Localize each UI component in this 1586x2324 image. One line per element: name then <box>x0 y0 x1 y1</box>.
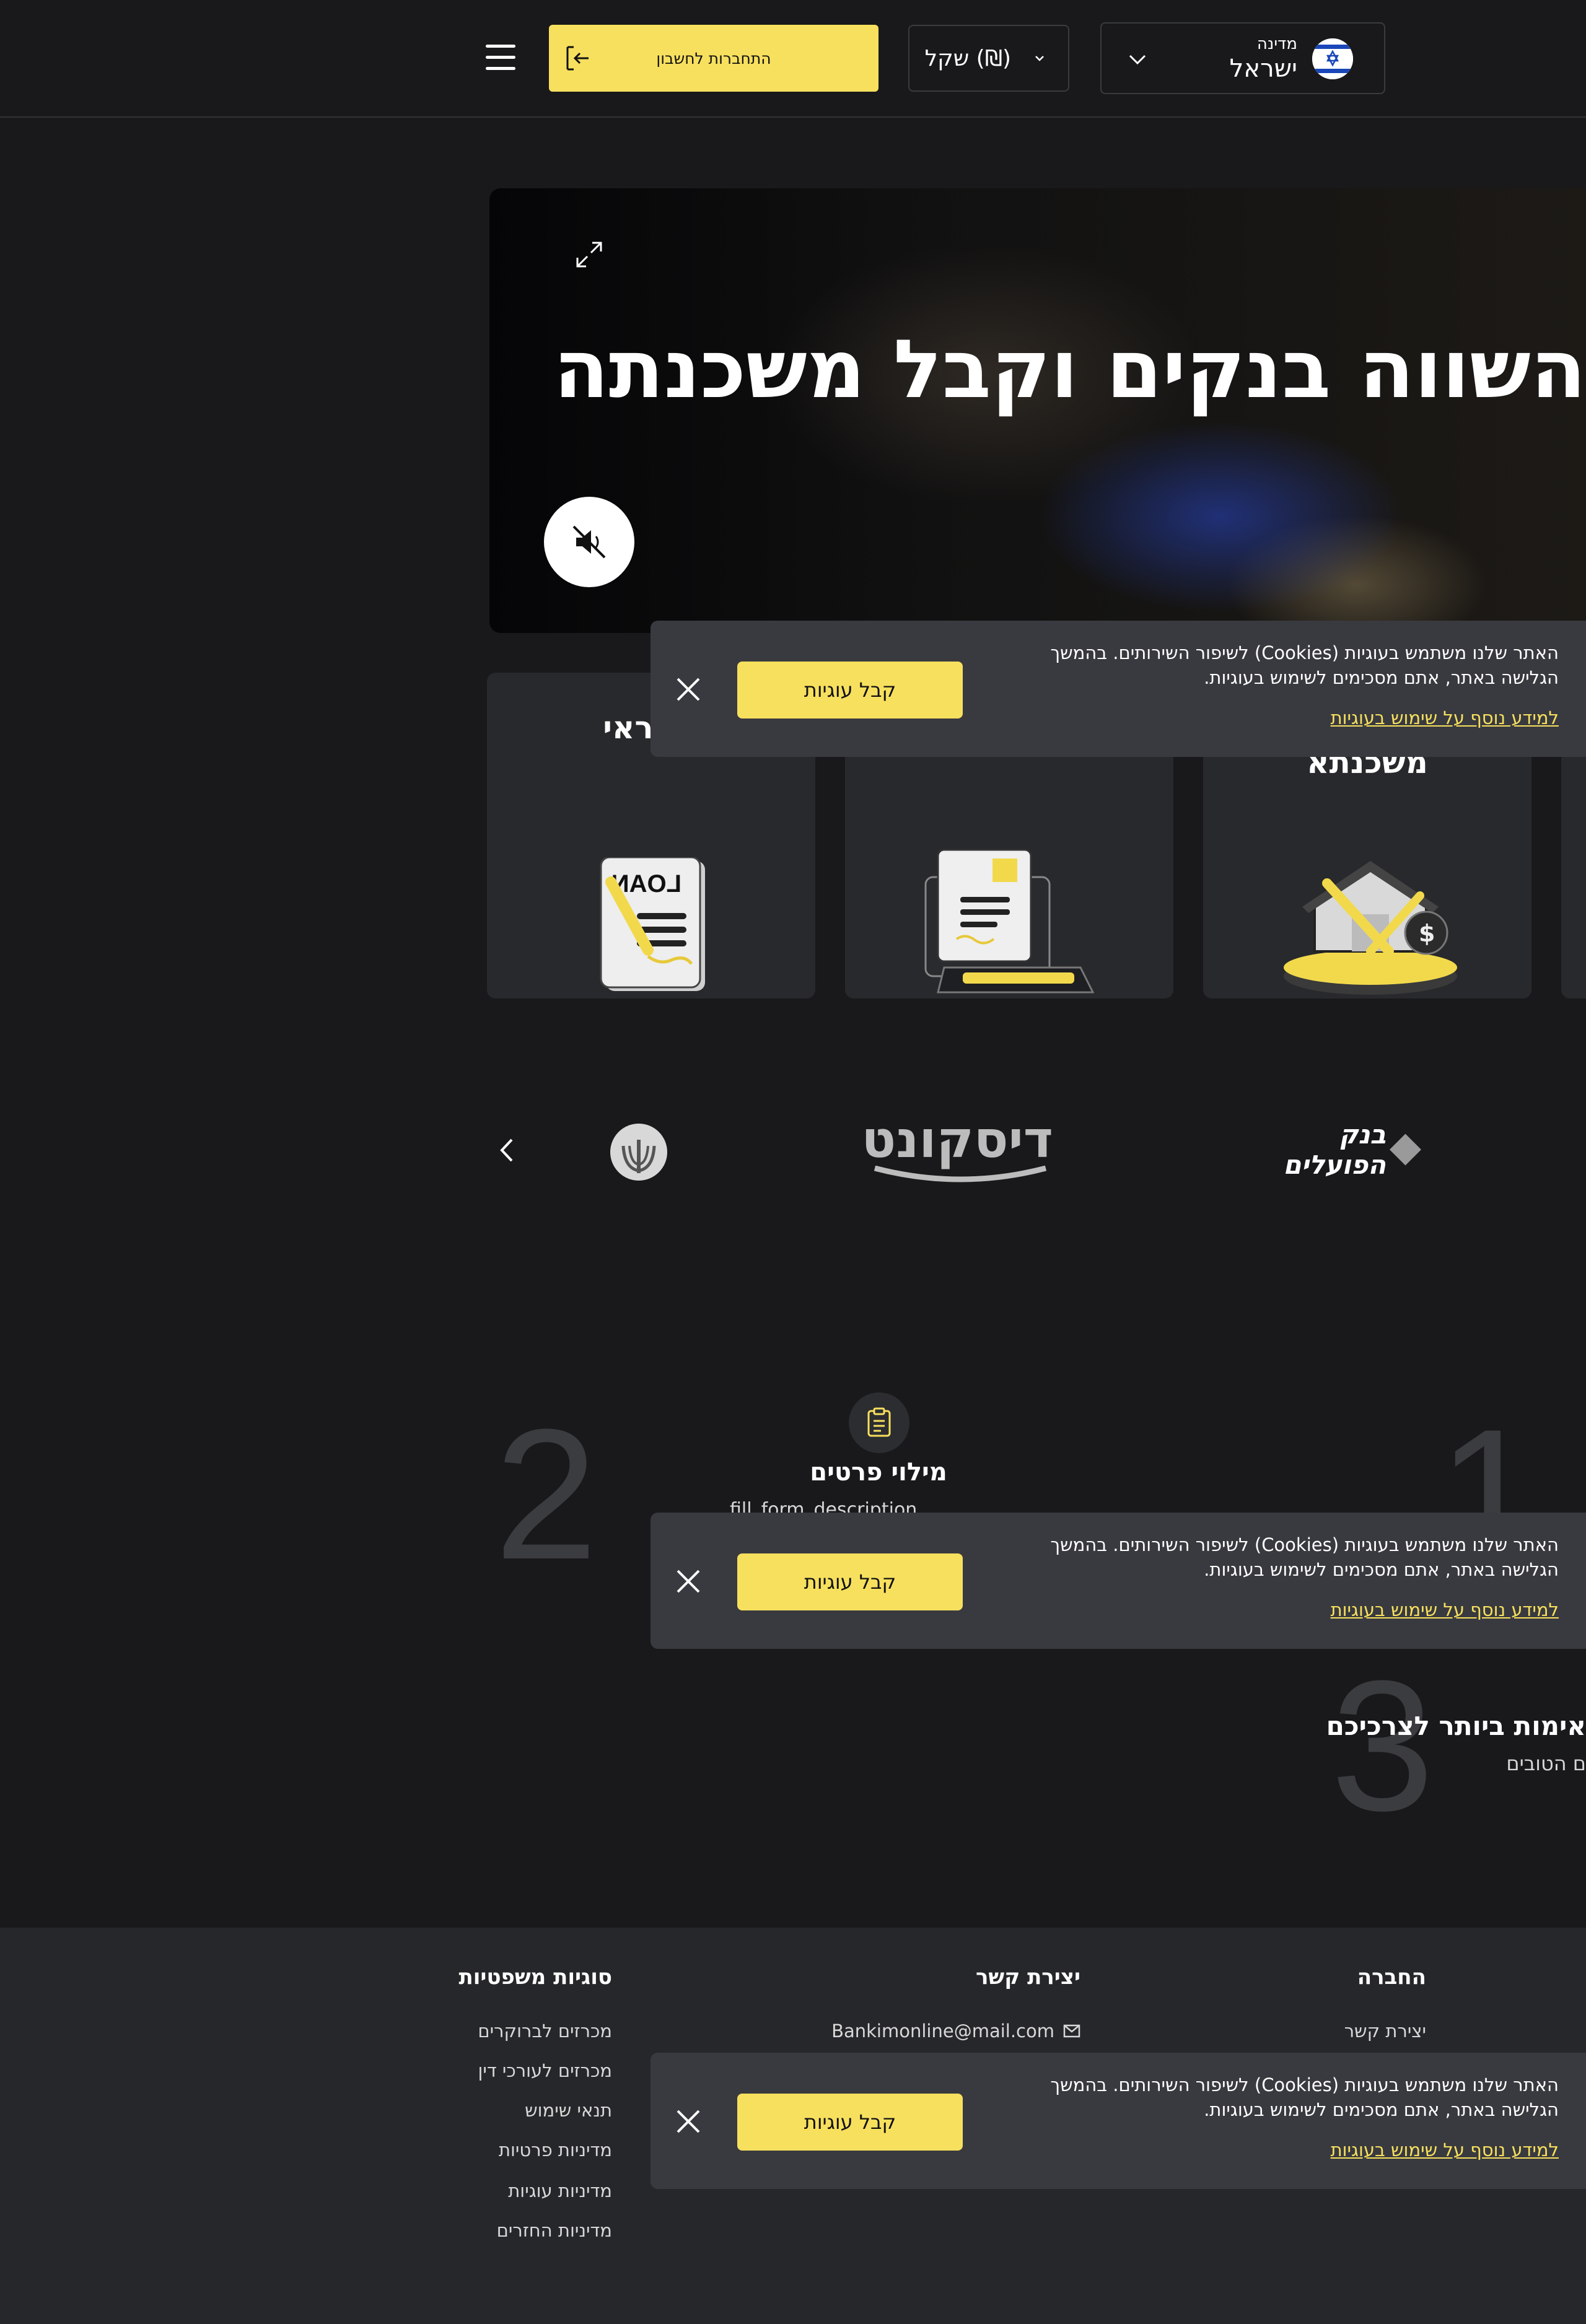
discount-bank-logo-text: דיסקונט <box>861 1111 1053 1169</box>
hero-video[interactable]: השווה בנקים וקבל משכנתה <box>489 188 1586 633</box>
login-button[interactable]: התחברות לחשבון <box>549 25 878 92</box>
footer-heading-company: החברה <box>1357 1965 1426 1990</box>
login-icon <box>566 46 589 71</box>
footer-link-legal[interactable]: מכרזים לברוקרים <box>478 2020 612 2042</box>
accept-cookies-button[interactable]: קבל עוגיות <box>737 1553 963 1610</box>
chevron-down-icon <box>1035 56 1044 61</box>
laptop-document-icon <box>924 849 1095 994</box>
accept-cookies-button[interactable]: קבל עוגיות <box>737 2094 963 2151</box>
currency-selector[interactable]: (₪) שקל <box>908 25 1069 92</box>
footer-heading-legal: סוגיות משפטיות <box>458 1965 612 1990</box>
close-icon[interactable] <box>673 674 704 705</box>
cookie-banner-text: האתר שלנו משתמש בעוגיות (Cookies) לשיפור… <box>1050 642 1559 688</box>
expand-icon[interactable] <box>574 239 605 270</box>
footer-link-legal[interactable]: תנאי שימוש <box>525 2100 612 2121</box>
israel-flag-icon <box>1312 38 1353 79</box>
accept-cookies-button[interactable]: קבל עוגיות <box>737 662 963 719</box>
step-title: אימות ביותר לצרכיכם <box>1326 1711 1586 1741</box>
hapoalim-logo-text: בנק הפועלים <box>1283 1119 1387 1180</box>
svg-text:$: $ <box>1419 920 1435 947</box>
step-description: ם הטובים <box>1506 1752 1586 1775</box>
close-icon[interactable] <box>673 2106 704 2137</box>
loan-document-icon: LOAN <box>600 857 705 991</box>
clipboard-icon <box>849 1392 909 1453</box>
cookie-banner: האתר שלנו משתמש בעוגיות (Cookies) לשיפור… <box>651 1513 1586 1649</box>
email-address: Bankimonline@mail.com <box>831 2020 1054 2042</box>
chevron-left-icon[interactable] <box>494 1135 519 1166</box>
cookie-banner-text: האתר שלנו משתמש בעוגיות (Cookies) לשיפור… <box>1050 1534 1559 1580</box>
footer-link-legal[interactable]: מדיניות החזרים <box>497 2220 612 2241</box>
bank-hapoalim-logo[interactable]: בנק הפועלים <box>1230 1119 1422 1180</box>
cookie-banner: האתר שלנו משתמש בעוגיות (Cookies) לשיפור… <box>651 2053 1586 2189</box>
cookie-banner-text: האתר שלנו משתמש בעוגיות (Cookies) לשיפור… <box>1050 2074 1559 2120</box>
mute-button[interactable] <box>544 497 634 587</box>
login-label: התחברות לחשבון <box>656 49 771 68</box>
cookie-learn-more-link[interactable]: למידע נוסף על שימוש בעוגיות <box>1331 1599 1559 1620</box>
hapoalim-diamond-icon <box>1390 1134 1422 1166</box>
footer-heading-contact: יצירת קשר <box>975 1965 1080 1990</box>
step-title: מילוי פרטים <box>810 1458 947 1487</box>
country-caption: מדינה <box>1256 35 1297 53</box>
footer-link-legal[interactable]: מדיניות פרטיות <box>499 2139 612 2160</box>
speaker-muted-icon <box>572 525 606 559</box>
footer-email[interactable]: Bankimonline@mail.com <box>831 2020 1080 2042</box>
step-number: 2 <box>494 1390 598 1598</box>
bank-of-israel-logo[interactable] <box>586 1101 691 1202</box>
currency-label: (₪) שקל <box>924 46 1011 71</box>
mail-icon <box>1063 2024 1080 2038</box>
country-name: ישראל <box>1229 55 1297 83</box>
step-number: 3 <box>1331 1641 1434 1850</box>
hamburger-menu-icon[interactable] <box>481 41 520 74</box>
footer-link-contact[interactable]: יצירת קשר <box>1344 2020 1426 2042</box>
cookie-learn-more-link[interactable]: למידע נוסף על שימוש בעוגיות <box>1331 2139 1559 2160</box>
house-mortgage-icon: $ <box>1284 861 1457 995</box>
hero-title: השווה בנקים וקבל משכנתה <box>553 322 1586 416</box>
footer-link-legal[interactable]: מדיניות עוגיות <box>508 2180 612 2201</box>
chevron-down-icon <box>1129 55 1146 65</box>
cookie-learn-more-link[interactable]: למידע נוסף על שימוש בעוגיות <box>1331 707 1559 728</box>
footer-link-legal[interactable]: מכרזים לעורכי דין <box>478 2060 612 2081</box>
cookie-banner: האתר שלנו משתמש בעוגיות (Cookies) לשיפור… <box>651 621 1586 757</box>
close-icon[interactable] <box>673 1566 704 1597</box>
country-selector[interactable]: מדינה ישראל <box>1100 22 1385 94</box>
discount-bank-logo[interactable]: דיסקונט <box>861 1111 1053 1183</box>
